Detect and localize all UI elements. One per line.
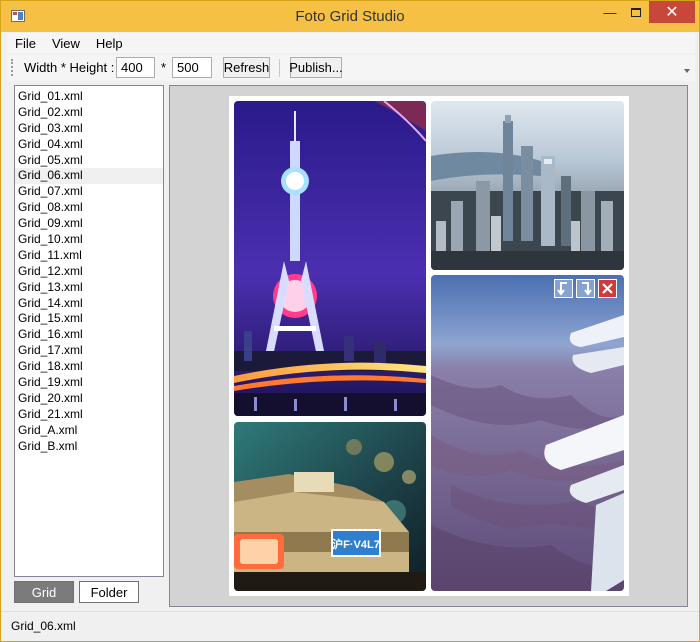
title-bar[interactable]: Foto Grid Studio — ✕	[1, 1, 699, 32]
toolbar-separator	[279, 59, 280, 77]
license-plate: 沪F·V4L7	[332, 537, 380, 551]
file-list-item[interactable]: Grid_10.xml	[15, 232, 163, 248]
folder-tab-button[interactable]: Folder	[79, 581, 139, 603]
file-list-item[interactable]: Grid_02.xml	[15, 105, 163, 121]
file-list-item[interactable]: Grid_08.xml	[15, 200, 163, 216]
file-list-item[interactable]: Grid_13.xml	[15, 280, 163, 296]
times-symbol: *	[161, 60, 167, 75]
rotate-left-button[interactable]	[554, 279, 573, 298]
aerial-photo	[431, 275, 624, 591]
refresh-button[interactable]: Refresh	[223, 57, 270, 78]
tower-photo	[234, 101, 426, 416]
minimize-button[interactable]: —	[597, 1, 623, 23]
file-list-item[interactable]: Grid_06.xml	[15, 168, 163, 185]
toolbar: Width * Height : * Refresh Publish...	[7, 55, 695, 81]
grid-file-list[interactable]: Grid_01.xml Grid_02.xml Grid_03.xml Grid_04…	[14, 85, 164, 577]
file-list-item[interactable]: Grid_11.xml	[15, 248, 163, 264]
file-list-item[interactable]: Grid_17.xml	[15, 343, 163, 359]
photo-cell-skyline[interactable]	[431, 101, 624, 270]
rotate-left-icon	[557, 282, 567, 296]
status-bar: Grid_06.xml	[1, 611, 699, 641]
status-text: Grid_06.xml	[11, 619, 76, 633]
preview-canvas: 沪F·V4L7	[169, 85, 688, 607]
file-list-item[interactable]: Grid_19.xml	[15, 375, 163, 391]
skyline-photo	[431, 101, 624, 270]
file-list-item[interactable]: Grid_A.xml	[15, 423, 163, 439]
file-list-item[interactable]: Grid_20.xml	[15, 391, 163, 407]
file-list-item[interactable]: Grid_15.xml	[15, 311, 163, 327]
file-list-item[interactable]: Grid_B.xml	[15, 439, 163, 455]
width-input[interactable]	[116, 57, 155, 78]
menu-file[interactable]: File	[7, 36, 44, 51]
toolbar-grip[interactable]	[11, 59, 14, 76]
size-label: Width * Height :	[24, 60, 115, 75]
file-list-item[interactable]: Grid_14.xml	[15, 296, 163, 312]
file-list-item[interactable]: Grid_04.xml	[15, 137, 163, 153]
file-list-item[interactable]: Grid_09.xml	[15, 216, 163, 232]
file-list-item[interactable]: Grid_18.xml	[15, 359, 163, 375]
height-input[interactable]	[172, 57, 212, 78]
menu-view[interactable]: View	[44, 36, 88, 51]
publish-button[interactable]: Publish...	[289, 57, 343, 78]
file-list-item[interactable]: Grid_16.xml	[15, 327, 163, 343]
menu-help[interactable]: Help	[88, 36, 131, 51]
file-list-item[interactable]: Grid_01.xml	[15, 89, 163, 105]
maximize-button[interactable]	[623, 1, 649, 23]
grid-paper: 沪F·V4L7	[229, 96, 629, 596]
close-button[interactable]: ✕	[649, 1, 695, 23]
close-icon	[602, 283, 613, 294]
file-list-item[interactable]: Grid_12.xml	[15, 264, 163, 280]
file-list-item[interactable]: Grid_05.xml	[15, 153, 163, 169]
taxi-photo: 沪F·V4L7	[234, 422, 426, 591]
app-window: Foto Grid Studio — ✕ File View Help Widt…	[0, 0, 700, 642]
grid-tab-button[interactable]: Grid	[14, 581, 74, 603]
photo-cell-tower[interactable]	[234, 101, 426, 416]
rotate-right-icon	[582, 282, 592, 296]
remove-photo-button[interactable]	[598, 279, 617, 298]
photo-cell-aerial[interactable]	[431, 275, 624, 591]
window-title: Foto Grid Studio	[295, 8, 405, 25]
toolbar-overflow-icon[interactable]	[683, 59, 691, 77]
file-list-item[interactable]: Grid_07.xml	[15, 184, 163, 200]
close-icon: ✕	[665, 4, 679, 21]
maximize-icon	[631, 7, 641, 17]
rotate-right-button[interactable]	[576, 279, 595, 298]
file-list-item[interactable]: Grid_21.xml	[15, 407, 163, 423]
menu-bar: File View Help	[7, 33, 695, 53]
photo-cell-taxi[interactable]: 沪F·V4L7	[234, 422, 426, 591]
file-list-item[interactable]: Grid_03.xml	[15, 121, 163, 137]
